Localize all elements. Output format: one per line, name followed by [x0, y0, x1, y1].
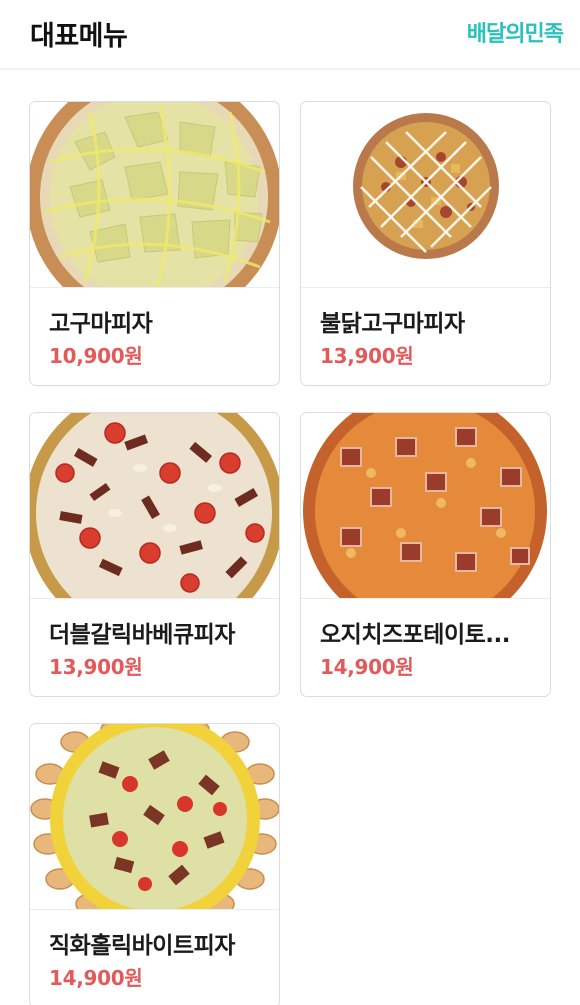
menu-item-card[interactable]: 직화홀릭바이트피자 14,900원: [29, 723, 280, 1005]
pizza-photo: [301, 413, 550, 599]
header: 대표메뉴 배달의민족: [0, 0, 580, 70]
menu-item-price: 13,900원: [320, 344, 414, 368]
menu-item-price: 14,900원: [49, 966, 143, 990]
pizza-photo: [30, 413, 279, 599]
pizza-photo: [30, 724, 279, 910]
section-title: 대표메뉴: [30, 21, 128, 52]
menu-item-name: 고구마피자: [49, 311, 153, 337]
double-garlic-bbq-pizza-image: [30, 413, 279, 598]
menu-item-card[interactable]: 불닭고구마피자 13,900원: [300, 101, 551, 386]
menu-item-card[interactable]: 오지치즈포테이토... 14,900원: [300, 412, 551, 697]
pizza-photo: [301, 102, 550, 288]
sweet-potato-pizza-image: [30, 102, 279, 287]
menu-item-price: 10,900원: [49, 344, 143, 368]
menu-item-card[interactable]: 더블갈릭바베큐피자 13,900원: [29, 412, 280, 697]
ozzy-cheese-potato-pizza-image: [303, 413, 547, 598]
brand-logo[interactable]: 배달의민족: [467, 16, 564, 48]
fire-chicken-sweet-potato-pizza-image: [353, 113, 499, 259]
menu-item-name: 불닭고구마피자: [320, 311, 465, 337]
menu-item-name: 직화홀릭바이트피자: [49, 933, 235, 959]
menu-item-card[interactable]: 고구마피자 10,900원: [29, 101, 280, 386]
menu-item-price: 14,900원: [320, 655, 414, 679]
menu-item-price: 13,900원: [49, 655, 143, 679]
menu-item-name: 오지치즈포테이토...: [320, 622, 511, 648]
pizza-photo: [30, 102, 279, 288]
grilled-holic-bite-pizza-image: [30, 724, 279, 909]
menu-item-name: 더블갈릭바베큐피자: [49, 622, 235, 648]
